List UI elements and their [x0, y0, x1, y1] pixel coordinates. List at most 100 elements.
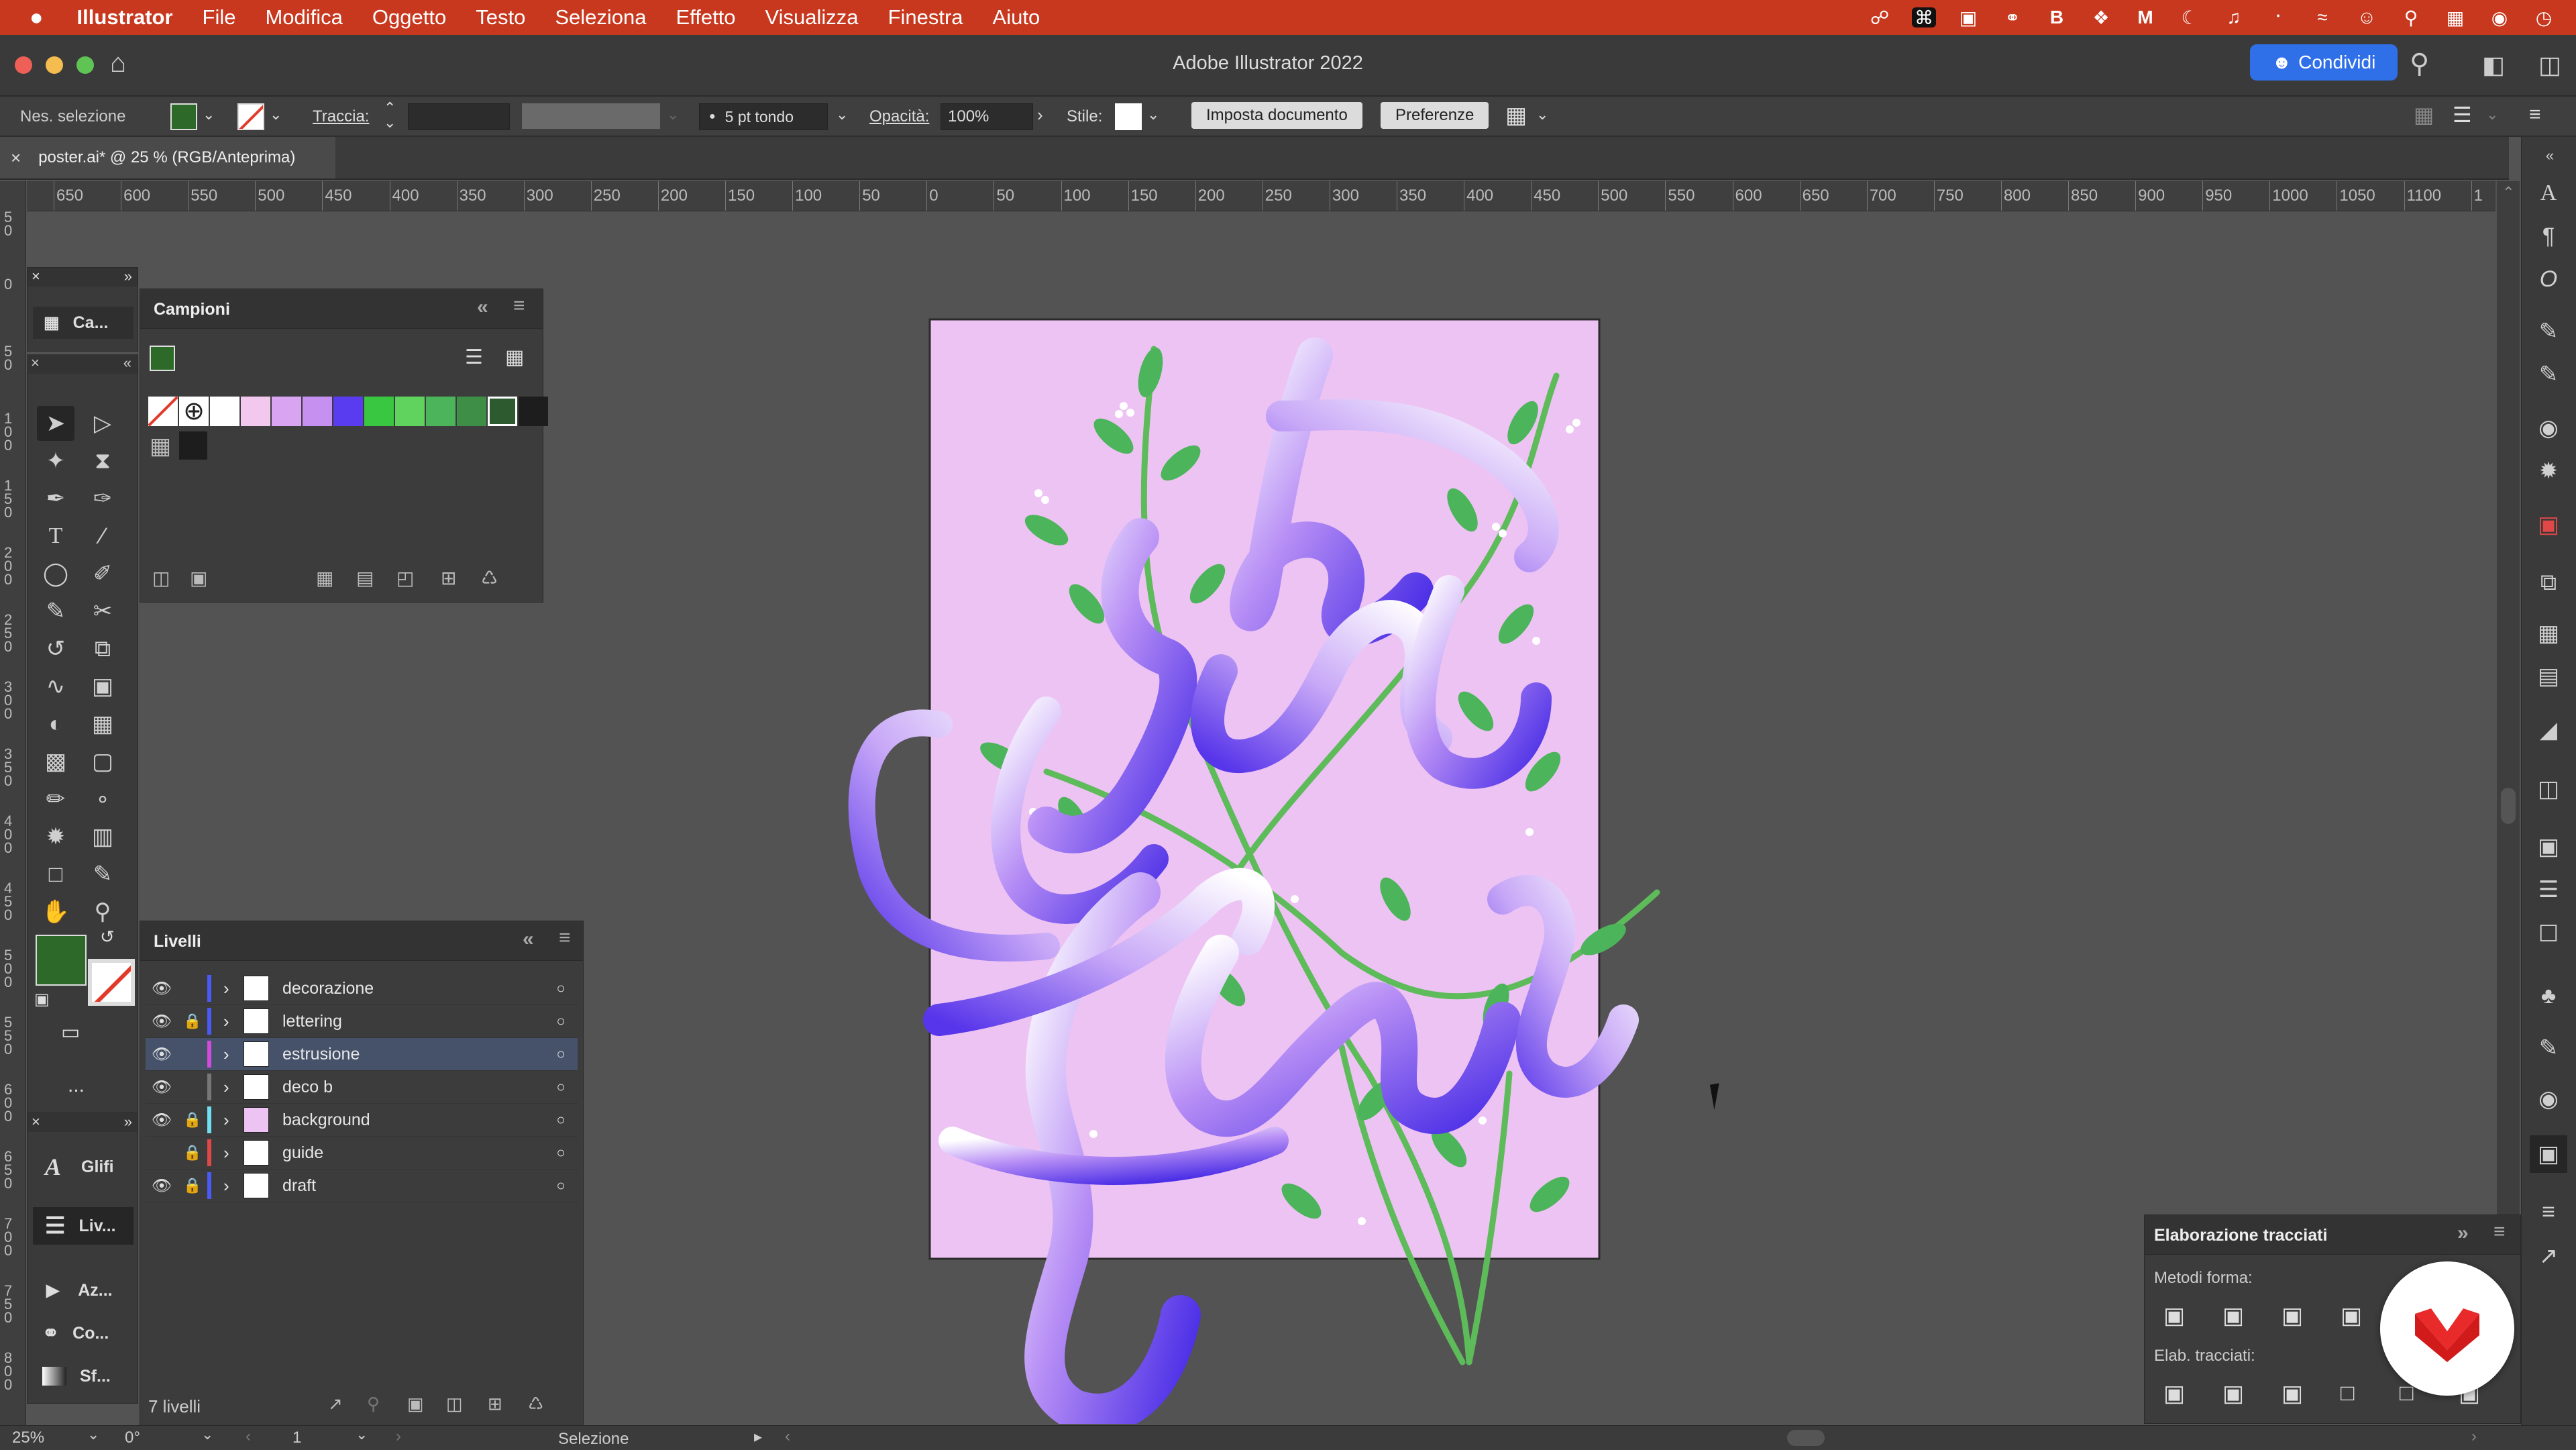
target-circle-icon[interactable]: ○	[544, 1111, 578, 1129]
transparency-icon[interactable]: ◢	[2530, 711, 2567, 749]
fill-swatch-large[interactable]	[36, 935, 87, 986]
visibility-eye-icon[interactable]: 👁	[146, 979, 178, 998]
symbols-icon[interactable]: ♣	[2530, 977, 2567, 1015]
close-icon[interactable]: ×	[32, 268, 40, 284]
chevron-down-icon[interactable]: ⌄	[87, 1426, 99, 1443]
collapse-panel-icon[interactable]: «	[477, 296, 488, 319]
delete-swatch-icon[interactable]: ♺	[481, 567, 498, 589]
chevron-down-icon[interactable]: ⌄	[270, 106, 282, 123]
apple-icon[interactable]: ●	[30, 5, 44, 31]
warp-tool-icon[interactable]: ∿	[37, 669, 74, 704]
scroll-right-icon[interactable]: ›	[2471, 1427, 2477, 1446]
swatch-libraries-icon[interactable]: ◫	[152, 567, 170, 589]
maximize-window-button[interactable]	[76, 56, 94, 74]
visibility-eye-icon[interactable]: 👁	[146, 1176, 178, 1196]
visibility-eye-icon[interactable]: 👁	[146, 1078, 178, 1097]
collect-for-export-icon[interactable]: ↗	[328, 1394, 343, 1414]
scroll-left-icon[interactable]: ‹	[785, 1427, 790, 1446]
lasso-tool-icon[interactable]: ⧗	[84, 444, 121, 478]
stroke-swatch-control[interactable]	[237, 103, 264, 130]
swatch-color[interactable]	[488, 397, 517, 426]
layer-row[interactable]: 👁🔒 › decorazione ○	[146, 972, 578, 1005]
document-tab[interactable]: × poster.ai* @ 25 % (RGB/Anteprima)	[0, 137, 335, 178]
swatch-color[interactable]	[426, 397, 455, 426]
character-icon[interactable]: A	[2530, 174, 2567, 212]
stroke-weight-field[interactable]	[408, 103, 510, 130]
new-layer-icon[interactable]: ⊞	[488, 1394, 502, 1414]
transform-panel-icon[interactable]: ⧉	[2530, 564, 2567, 601]
chevron-down-icon[interactable]: ⌄	[1536, 106, 1548, 123]
panel-layout-icon[interactable]: ◫	[2538, 51, 2561, 79]
place-swatches-icon[interactable]: ▣	[190, 567, 207, 589]
lock-icon[interactable]: 🔒	[178, 980, 207, 997]
siri-icon[interactable]: ◉	[2487, 7, 2512, 28]
chevron-right-icon[interactable]: ›	[1037, 105, 1043, 125]
layer-row[interactable]: 👁🔒 › guide ○	[146, 1137, 578, 1170]
swatch-color[interactable]	[519, 397, 548, 426]
dropbox-icon[interactable]: ❖	[2089, 7, 2113, 28]
collapse-icon[interactable]: «	[123, 354, 131, 372]
expand-chevron-icon[interactable]: ›	[223, 1077, 244, 1098]
stroke-swatch-large[interactable]	[88, 959, 135, 1006]
stroke-panel-icon[interactable]: ≡	[2530, 1193, 2567, 1231]
control-menu-icon[interactable]: ≡	[2529, 103, 2541, 126]
list-view-icon[interactable]: ☰	[465, 346, 483, 369]
paragraph-icon[interactable]: ¶	[2530, 217, 2567, 255]
headphones-icon[interactable]: ♫	[2222, 7, 2246, 28]
layer-row[interactable]: 👁🔒 › deco b ○	[146, 1071, 578, 1104]
artboards-icon[interactable]: ▦	[2530, 615, 2567, 652]
graphic-styles-icon[interactable]: ◉	[2530, 1080, 2567, 1118]
free-transform-tool-icon[interactable]: ▣	[84, 669, 121, 704]
hand-tool-icon[interactable]: ✋	[37, 894, 74, 929]
menu-file[interactable]: File	[203, 5, 236, 30]
arrange-documents-icon[interactable]: ▦	[1505, 102, 1527, 129]
comments-icon[interactable]: ☐	[2530, 915, 2567, 953]
asset-export-icon[interactable]: ◫	[2530, 770, 2567, 808]
minimize-window-button[interactable]	[46, 56, 63, 74]
paragraph-styles-icon[interactable]: ✎	[2530, 356, 2567, 393]
menu-finestra[interactable]: Finestra	[888, 5, 963, 30]
more-tools-button[interactable]: ...	[68, 1074, 85, 1097]
brushes-icon[interactable]: ✎	[2530, 1029, 2567, 1067]
chevron-down-icon[interactable]: ⌄	[667, 106, 679, 123]
links-dock-item[interactable]: ⚭ Co...	[33, 1314, 133, 1352]
ellipse-tool-icon[interactable]: ◯	[37, 556, 74, 591]
chevron-down-icon[interactable]: ⌄	[203, 106, 215, 123]
expand-chevron-icon[interactable]: ›	[223, 1176, 244, 1196]
unite-icon[interactable]: ▣	[2163, 1302, 2185, 1329]
menu-visualizza[interactable]: Visualizza	[765, 5, 859, 30]
sync-icon[interactable]: ⚭	[2000, 7, 2025, 28]
home-icon[interactable]: ⌂	[110, 48, 140, 78]
mesh-tool-icon[interactable]: ▩	[37, 744, 74, 779]
lock-icon[interactable]: 🔒	[178, 1078, 207, 1096]
screen-mode-icon[interactable]: ▭	[61, 1021, 80, 1044]
perspective-grid-tool-icon[interactable]: ▦	[84, 707, 121, 741]
command-icon[interactable]: ⌘	[1912, 7, 1936, 28]
swatches-title[interactable]: Campioni	[154, 300, 230, 319]
collapse-icon[interactable]: »	[124, 268, 132, 285]
scale-tool-icon[interactable]: ⧉	[84, 631, 121, 666]
symbol-sprayer-tool-icon[interactable]: ✹	[37, 819, 74, 854]
new-swatch-icon[interactable]: ⊞	[441, 567, 456, 589]
user-icon[interactable]: ☺	[2355, 7, 2379, 28]
crop-icon[interactable]: □	[2341, 1380, 2355, 1406]
menu-seleziona[interactable]: Seleziona	[555, 5, 646, 30]
workspace-switcher-icon[interactable]: ◧	[2482, 51, 2505, 79]
gradient-tool-icon[interactable]: ▢	[84, 744, 121, 779]
lock-icon[interactable]: 🔒	[178, 1045, 207, 1063]
column-graph-tool-icon[interactable]: ▥	[84, 819, 121, 854]
scroll-up-icon[interactable]: ⌃	[2502, 184, 2514, 201]
menu-aiuto[interactable]: Aiuto	[993, 5, 1040, 30]
target-circle-icon[interactable]: ○	[544, 1013, 578, 1030]
swatch-fill-indicator[interactable]	[150, 346, 175, 371]
expand-chevron-icon[interactable]: ›	[223, 978, 244, 999]
locate-object-icon[interactable]: ⚲	[367, 1394, 380, 1414]
pathfinder-title[interactable]: Elaborazione tracciati	[2154, 1226, 2327, 1245]
menu-testo[interactable]: Testo	[476, 5, 525, 30]
swatch-group-folder[interactable]: ▦	[150, 433, 176, 459]
collapse-icon[interactable]: »	[124, 1113, 132, 1131]
preferences-button[interactable]: Preferenze	[1381, 102, 1489, 129]
line-tool-icon[interactable]: ∕	[84, 519, 121, 554]
swatch-registration[interactable]: ⊕	[179, 397, 209, 426]
close-tab-icon[interactable]: ×	[11, 148, 21, 168]
